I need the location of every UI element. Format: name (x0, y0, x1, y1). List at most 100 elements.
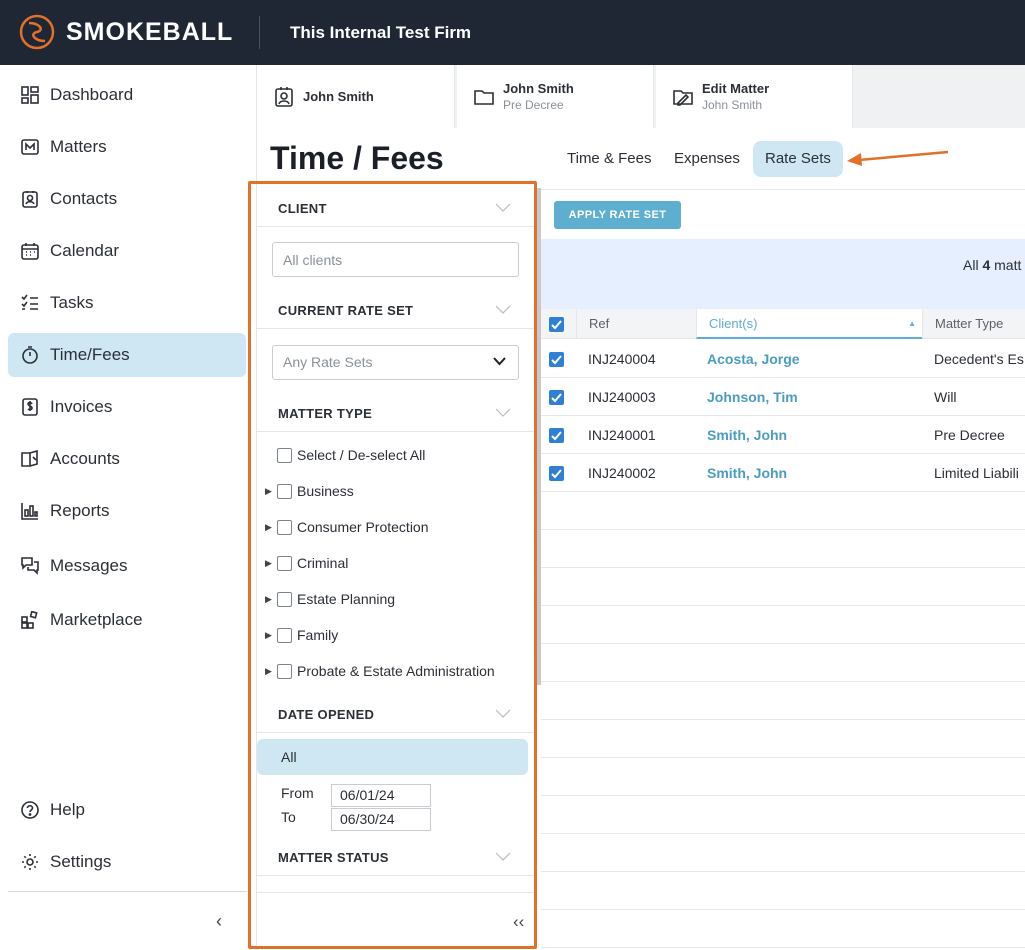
chevron-down-icon[interactable] (495, 852, 511, 862)
checkbox-label: Consumer Protection (297, 519, 429, 535)
matter-tab-title: Edit Matter (702, 81, 770, 96)
client-search-input[interactable] (272, 242, 519, 277)
cell-client-link[interactable]: Johnson, Tim (707, 378, 798, 416)
empty-row (541, 758, 1025, 796)
row-checkbox[interactable] (549, 428, 564, 443)
selection-banner: All 4 matt (541, 239, 1025, 309)
matter-tab-edit[interactable]: Edit Matter John Smith (656, 65, 853, 128)
checkbox[interactable] (277, 483, 292, 499)
matter-tab-matter[interactable]: John Smith Pre Decree (457, 65, 654, 128)
date-option-all[interactable]: All (257, 739, 528, 775)
apply-rate-set-button[interactable]: APPLY RATE SET (554, 201, 681, 229)
empty-row (541, 492, 1025, 530)
sidebar-item-contacts[interactable]: Contacts (8, 177, 246, 221)
sidebar-item-label: Reports (50, 501, 110, 520)
contacts-icon (20, 189, 40, 209)
matter-type-filter-heading[interactable]: MATTER TYPE (278, 406, 372, 421)
expand-caret-icon[interactable]: ▶ (265, 594, 277, 605)
sidebar-item-time-fees[interactable]: Time/Fees (8, 333, 246, 377)
select-all-checkbox-row[interactable]: Select / De-select All (265, 445, 425, 465)
checkbox[interactable] (277, 663, 292, 679)
matter-tab-contact[interactable]: John Smith (257, 65, 455, 128)
sidebar-item-invoices[interactable]: Invoices (8, 385, 246, 429)
checkbox[interactable] (277, 591, 292, 607)
tab-rate-sets[interactable]: Rate Sets (753, 141, 843, 177)
expand-caret-icon[interactable]: ▶ (265, 522, 277, 533)
sidebar-item-label: Matters (50, 137, 107, 156)
checkbox[interactable] (277, 555, 292, 571)
accounts-icon (20, 449, 40, 469)
checkbox-label: Business (297, 483, 354, 499)
annotation-arrow-icon (847, 150, 949, 166)
expand-caret-icon[interactable]: ▶ (265, 558, 277, 569)
matter-type-option[interactable]: ▶ Probate & Estate Administration (265, 661, 495, 681)
sidebar-item-matters[interactable]: Matters (8, 125, 246, 169)
smokeball-logo[interactable]: SMOKEBALL (19, 14, 233, 50)
table-row[interactable]: INJ240001 Smith, John Pre Decree (541, 416, 1025, 454)
date-to-input[interactable]: 06/30/24 (331, 808, 431, 831)
checkbox[interactable] (277, 519, 292, 535)
row-checkbox[interactable] (549, 466, 564, 481)
sidebar-item-label: Invoices (50, 397, 113, 416)
date-from-input[interactable]: 06/01/24 (331, 784, 431, 807)
sidebar-item-accounts[interactable]: Accounts (8, 437, 246, 481)
tab-time-fees[interactable]: Time & Fees (555, 141, 663, 177)
matter-type-option[interactable]: ▶ Family (265, 625, 338, 645)
sidebar-item-label: Accounts (50, 449, 120, 468)
cell-client-link[interactable]: Smith, John (707, 454, 787, 492)
empty-row (541, 872, 1025, 910)
sidebar-item-calendar[interactable]: Calendar (8, 229, 246, 273)
folder-icon (474, 89, 494, 105)
sidebar-item-messages[interactable]: Messages (8, 544, 246, 588)
collapse-filter-panel-button[interactable]: ‹‹ (513, 912, 524, 932)
chevron-down-icon[interactable] (495, 709, 511, 719)
checkbox[interactable] (277, 447, 292, 463)
row-checkbox[interactable] (549, 390, 564, 405)
expand-caret-icon[interactable]: ▶ (265, 666, 277, 677)
column-header-ref[interactable]: Ref (576, 309, 696, 339)
chevron-down-icon[interactable] (495, 203, 511, 213)
table-row[interactable]: INJ240003 Johnson, Tim Will (541, 378, 1025, 416)
collapse-sidebar-button[interactable]: ‹ (216, 911, 236, 931)
sidebar-item-tasks[interactable]: Tasks (8, 281, 246, 325)
matter-type-option[interactable]: ▶ Consumer Protection (265, 517, 429, 537)
divider (257, 892, 535, 893)
rate-set-select[interactable]: Any Rate Sets (272, 345, 519, 380)
chevron-down-icon[interactable] (495, 305, 511, 315)
cell-client-link[interactable]: Smith, John (707, 416, 787, 454)
row-checkbox[interactable] (549, 352, 564, 367)
cell-client-link[interactable]: Acosta, Jorge (707, 340, 800, 378)
matter-type-option[interactable]: ▶ Estate Planning (265, 589, 395, 609)
table-row[interactable]: INJ240004 Acosta, Jorge Decedent's Es (541, 340, 1025, 378)
column-header-matter-type[interactable]: Matter Type (922, 309, 1025, 339)
expand-caret-icon[interactable]: ▶ (265, 486, 277, 497)
rate-set-filter-heading[interactable]: CURRENT RATE SET (278, 303, 413, 318)
sidebar-item-marketplace[interactable]: Marketplace (8, 598, 246, 642)
chevron-down-icon (493, 357, 506, 366)
empty-row (541, 834, 1025, 872)
empty-row (541, 606, 1025, 644)
matter-type-option[interactable]: ▶ Business (265, 481, 354, 501)
expand-caret-icon[interactable]: ▶ (265, 630, 277, 641)
sidebar-item-settings[interactable]: Settings (8, 840, 246, 884)
checkbox-label: Estate Planning (297, 591, 396, 607)
client-filter-heading[interactable]: CLIENT (278, 201, 327, 216)
select-all-rows-checkbox[interactable] (549, 317, 564, 332)
sidebar-item-help[interactable]: Help (8, 788, 246, 832)
chevron-down-icon[interactable] (495, 408, 511, 418)
checkbox-label: Criminal (297, 555, 349, 571)
matter-status-filter-heading[interactable]: MATTER STATUS (278, 850, 389, 865)
column-header-clients[interactable]: Client(s) ▲ (696, 309, 922, 339)
tab-expenses[interactable]: Expenses (662, 141, 752, 177)
sidebar-item-reports[interactable]: Reports (8, 489, 246, 533)
sidebar-item-label: Calendar (50, 241, 119, 260)
matter-type-option[interactable]: ▶ Criminal (265, 553, 348, 573)
matters-icon (20, 137, 40, 157)
filter-panel: CLIENT CURRENT RATE SET Any Rate Sets MA… (257, 188, 535, 948)
table-row[interactable]: INJ240002 Smith, John Limited Liabili (541, 454, 1025, 492)
checkbox[interactable] (277, 627, 292, 643)
sidebar-item-dashboard[interactable]: Dashboard (8, 73, 246, 117)
sort-ascending-icon: ▲ (908, 319, 916, 328)
date-opened-filter-heading[interactable]: DATE OPENED (278, 707, 374, 722)
messages-icon (20, 556, 40, 576)
